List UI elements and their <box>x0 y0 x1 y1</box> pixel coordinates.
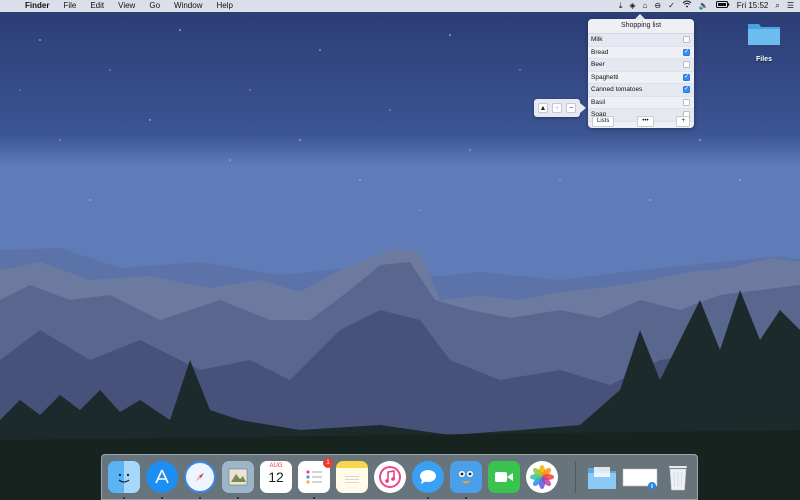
running-indicator <box>313 497 315 499</box>
dropbox-icon[interactable]: ◈ <box>629 0 635 12</box>
running-indicator <box>161 497 163 499</box>
shopping-list-footer: Lists ••• + <box>588 114 694 128</box>
preview-icon[interactable] <box>222 461 254 493</box>
battery-icon[interactable] <box>715 0 730 12</box>
app-store-icon[interactable] <box>146 461 178 493</box>
item-checkbox[interactable] <box>683 36 690 44</box>
shopping-item-label: Canned tomatoes <box>591 86 643 94</box>
menu-window[interactable]: Window <box>167 0 209 12</box>
calendar-icon[interactable]: AUG 12 <box>260 461 292 493</box>
reminders-icon[interactable]: 1 <box>298 458 333 493</box>
wifi-icon[interactable] <box>682 0 692 12</box>
photos-icon[interactable] <box>526 461 558 493</box>
list-control-panel: ▲ + − <box>534 99 580 117</box>
house-icon[interactable]: ⌂ <box>643 0 648 12</box>
item-checkbox[interactable] <box>683 61 690 69</box>
shopping-item-label: Spaghetti <box>591 73 619 81</box>
menu-go[interactable]: Go <box>142 0 167 12</box>
item-checkbox[interactable]: ✓ <box>683 73 690 81</box>
volume-icon[interactable]: 🔈 <box>699 0 709 12</box>
lists-button[interactable]: Lists <box>592 115 615 127</box>
increase-button[interactable]: + <box>552 103 562 113</box>
tweetbot-icon[interactable] <box>450 461 482 493</box>
shopping-item-label: Beer <box>591 61 605 69</box>
item-checkbox[interactable] <box>683 98 690 106</box>
list-icon[interactable]: ☰ <box>787 0 794 12</box>
menu-edit[interactable]: Edit <box>83 0 111 12</box>
menu-file[interactable]: File <box>56 0 83 12</box>
shopping-list-items: Milk Bread ✓ Beer Spaghetti ✓ Canned tomatoes ✓… <box>588 34 694 122</box>
downloads-folder-icon[interactable] <box>586 461 618 493</box>
shopping-item-label: Milk <box>591 36 603 44</box>
desktop-folder-files[interactable]: Files <box>744 20 784 63</box>
checkmark-icon[interactable]: ✓ <box>668 0 675 12</box>
dock: AUG 12 1 <box>101 454 698 500</box>
shopping-list-title: Shopping list <box>588 19 694 34</box>
itunes-icon[interactable] <box>374 461 406 493</box>
item-checkbox[interactable]: ✓ <box>683 48 690 56</box>
item-checkbox[interactable]: ✓ <box>683 86 690 94</box>
folder-icon <box>747 20 781 46</box>
running-indicator <box>427 497 429 499</box>
shopping-list-item[interactable]: Bread ✓ <box>588 47 694 59</box>
shopping-list-item[interactable]: Beer <box>588 59 694 72</box>
messages-icon[interactable] <box>412 461 444 493</box>
add-item-button[interactable]: + <box>676 115 690 127</box>
decrease-button[interactable]: − <box>566 103 576 113</box>
running-indicator <box>465 497 467 499</box>
safari-icon[interactable] <box>184 461 216 493</box>
menu-finder[interactable]: Finder <box>18 0 56 12</box>
trash-icon[interactable] <box>662 461 694 493</box>
shopping-list-item[interactable]: Canned tomatoes ✓ <box>588 84 694 97</box>
menu-bar: Finder File Edit View Go Window Help ⤓ ◈… <box>0 0 800 12</box>
control-panel-arrow <box>580 103 586 113</box>
shopping-item-label: Bread <box>591 48 609 56</box>
shopping-list-item[interactable]: Spaghetti ✓ <box>588 72 694 84</box>
folder-label: Files <box>756 56 772 63</box>
notes-icon[interactable] <box>336 461 368 493</box>
running-indicator <box>199 497 201 499</box>
more-button[interactable]: ••• <box>637 115 654 127</box>
clock[interactable]: Fri 15:52 <box>737 0 769 12</box>
shopping-list-item[interactable]: Basil <box>588 97 694 109</box>
dock-separator <box>575 461 576 493</box>
finder-icon[interactable] <box>108 461 140 493</box>
calendar-day: 12 <box>268 469 284 485</box>
shopping-item-label: Basil <box>591 98 606 106</box>
running-indicator <box>237 497 239 499</box>
menu-view[interactable]: View <box>111 0 142 12</box>
download-icon[interactable]: ⤓ <box>619 0 623 12</box>
shopping-list-popover: Shopping list Milk Bread ✓ Beer Spaghetti ✓ Ca… <box>588 19 694 128</box>
running-indicator <box>123 497 125 499</box>
search-icon[interactable]: ⌕ <box>775 0 779 12</box>
move-up-button[interactable]: ▲ <box>538 103 548 113</box>
window-thumbnail-icon[interactable] <box>622 461 658 493</box>
menu-help[interactable]: Help <box>209 0 239 12</box>
minus-circle-icon[interactable]: ⊖ <box>654 0 661 12</box>
reminders-badge: 1 <box>323 458 333 468</box>
shopping-list-item[interactable]: Milk <box>588 34 694 47</box>
facetime-icon[interactable] <box>488 461 520 493</box>
